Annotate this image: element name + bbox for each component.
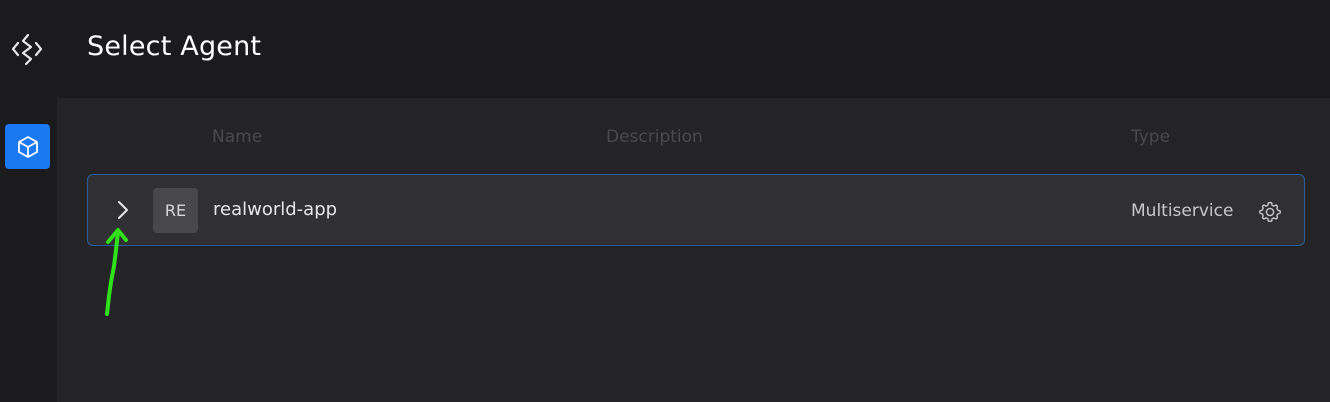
cube-icon bbox=[17, 135, 38, 158]
column-header-name[interactable]: Name bbox=[212, 125, 262, 149]
chevron-right-icon[interactable] bbox=[112, 199, 134, 221]
agent-avatar: RE bbox=[153, 188, 198, 233]
app-window: Select Agent Name Description Type RE re… bbox=[0, 0, 1330, 402]
column-header-type[interactable]: Type bbox=[1131, 125, 1170, 149]
sidebar-item-agents[interactable] bbox=[5, 124, 50, 169]
agent-name: realworld-app bbox=[213, 199, 338, 220]
agent-row[interactable]: RE realworld-app Multiservice bbox=[87, 174, 1305, 246]
sidebar bbox=[0, 98, 57, 402]
gear-icon[interactable] bbox=[1258, 200, 1282, 224]
diamond-logo-icon[interactable] bbox=[8, 30, 46, 68]
page-title: Select Agent bbox=[87, 31, 262, 62]
column-header-description[interactable]: Description bbox=[606, 125, 703, 149]
agent-type: Multiservice bbox=[1131, 201, 1234, 221]
agent-list-panel: Name Description Type RE realworld-app M… bbox=[57, 98, 1330, 402]
